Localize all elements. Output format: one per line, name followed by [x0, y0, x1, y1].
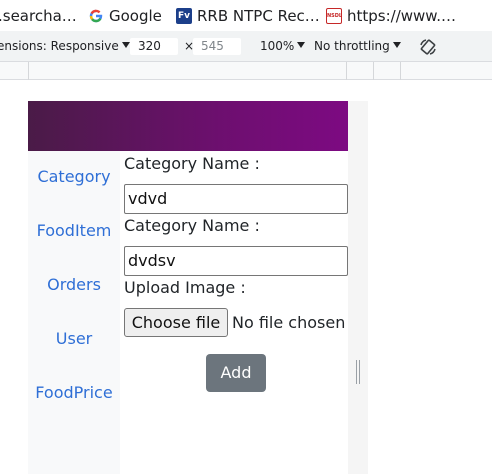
media-query-ruler — [0, 62, 492, 80]
emulated-page: Category FoodItem Orders User FoodPrice … — [28, 101, 348, 474]
rotate-icon[interactable] — [418, 37, 438, 57]
add-button[interactable]: Add — [206, 354, 266, 392]
bookmark-label: RRB NTPC Rec… — [197, 7, 320, 25]
choose-file-button[interactable]: Choose file — [124, 308, 228, 337]
fv-icon: Fv — [176, 8, 192, 24]
category-name-input-2[interactable]: dvdsv — [124, 246, 348, 276]
zoom-dropdown[interactable]: 100% — [260, 39, 306, 53]
bookmark-searcha[interactable]: .searcha… — [0, 7, 77, 25]
throttling-dropdown[interactable]: No throttling — [314, 39, 401, 53]
bookmarks-bar: .searcha… Google Fv RRB NTPC Rec… NSDL h… — [0, 0, 492, 31]
device-canvas: Category FoodItem Orders User FoodPrice … — [0, 80, 492, 474]
category-name-input[interactable]: vdvd — [124, 184, 348, 214]
category-name-label: Category Name : — [124, 154, 260, 173]
height-input[interactable]: 545 — [193, 38, 241, 55]
caret-down-icon — [297, 42, 306, 48]
device-toolbar: ensions: Responsive 320 × 545 100% No th… — [0, 31, 492, 62]
zoom-label: 100% — [260, 39, 295, 53]
page-header — [28, 101, 348, 151]
bookmark-label: Google — [109, 7, 162, 25]
nav-link-category[interactable]: Category — [28, 167, 120, 186]
nav-link-fooditem[interactable]: FoodItem — [28, 221, 120, 240]
ruler-tick — [28, 62, 29, 80]
dimensions-label: ensions: Responsive — [0, 39, 119, 53]
ruler-tick — [373, 62, 374, 80]
bookmark-google[interactable]: Google — [88, 7, 162, 25]
bookmark-nsdl[interactable]: NSDL https://www.… — [326, 7, 456, 25]
category-name-label-2: Category Name : — [124, 216, 260, 235]
caret-down-icon — [392, 42, 401, 48]
throttling-label: No throttling — [314, 39, 390, 53]
resize-gutter — [348, 101, 368, 474]
file-status-text: No file chosen — [232, 313, 346, 332]
side-navigation: Category FoodItem Orders User FoodPrice — [28, 151, 120, 474]
resize-handle[interactable] — [356, 360, 360, 384]
bookmark-rrb[interactable]: Fv RRB NTPC Rec… — [176, 7, 320, 25]
google-icon — [89, 9, 103, 23]
bookmark-label: https://www.… — [347, 7, 456, 25]
nav-link-user[interactable]: User — [28, 329, 120, 348]
ruler-tick — [400, 62, 401, 80]
ruler-tick — [346, 62, 347, 80]
nav-link-foodprice[interactable]: FoodPrice — [28, 383, 120, 402]
dimensions-dropdown[interactable]: ensions: Responsive — [0, 39, 130, 53]
nsdl-icon: NSDL — [326, 8, 342, 24]
nav-link-orders[interactable]: Orders — [28, 275, 120, 294]
width-input[interactable]: 320 — [130, 38, 178, 55]
caret-down-icon — [121, 42, 130, 48]
bookmark-label: .searcha… — [0, 7, 77, 25]
upload-image-label: Upload Image : — [124, 278, 246, 297]
